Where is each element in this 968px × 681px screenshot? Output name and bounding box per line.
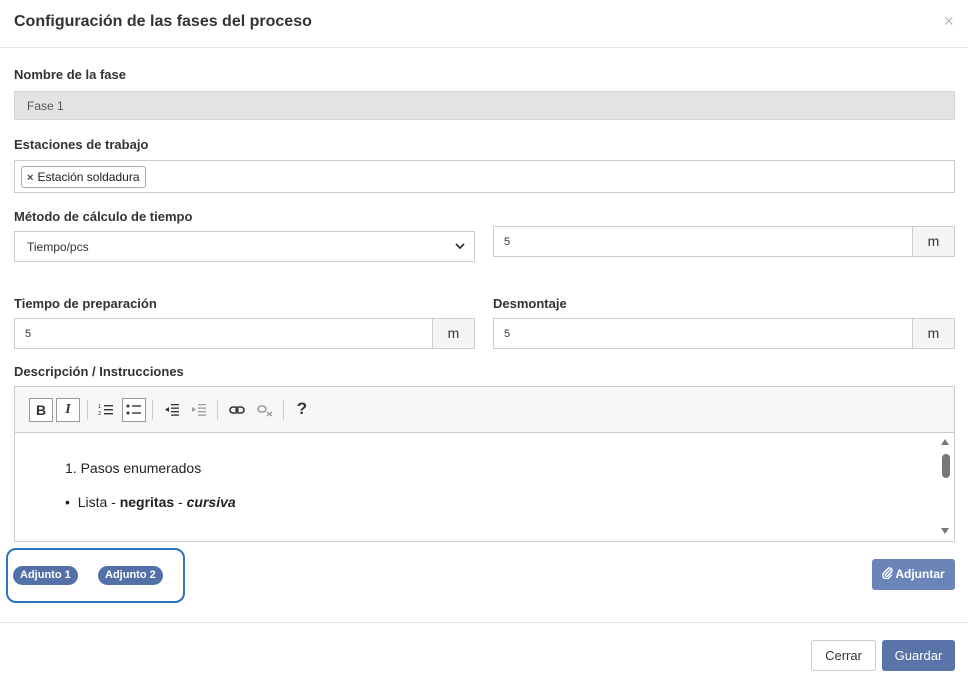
help-button[interactable]: ?	[290, 398, 314, 422]
modal-title: Configuración de las fases del proceso	[14, 13, 312, 30]
toolbar-divider	[217, 400, 218, 420]
bullet-marker: •	[65, 494, 70, 510]
svg-text:2: 2	[98, 411, 101, 417]
numbered-list-icon[interactable]: 12	[94, 398, 118, 422]
svg-text:1: 1	[98, 404, 101, 410]
scroll-up-icon[interactable]	[941, 439, 949, 445]
toolbar-divider	[87, 400, 88, 420]
chevron-down-icon	[455, 243, 465, 250]
phase-name-label: Nombre de la fase	[14, 67, 126, 82]
editor-scrollbar[interactable]	[937, 434, 954, 541]
bullet-text: Lista -	[77, 494, 120, 510]
teardown-unit: m	[912, 319, 954, 348]
close-icon[interactable]: ×	[943, 12, 954, 30]
teardown-label: Desmontaje	[493, 296, 567, 311]
increase-indent-icon[interactable]	[187, 398, 211, 422]
time-value-group: 5 m	[493, 226, 955, 257]
setup-time-input[interactable]: 5	[25, 328, 31, 340]
setup-time-unit: m	[432, 319, 474, 348]
bold-text: negritas	[119, 494, 175, 510]
description-label: Descripción / Instrucciones	[14, 364, 184, 379]
bold-button[interactable]: B	[29, 398, 53, 422]
bullet-list-item: • Lista - negritas - cursiva	[65, 494, 236, 510]
workstations-input[interactable]: × Estación soldadura	[14, 160, 955, 193]
time-method-selected: Tiempo/pcs	[27, 240, 89, 254]
time-method-select[interactable]: Tiempo/pcs	[14, 231, 475, 262]
bulleted-list-icon[interactable]	[122, 398, 146, 422]
attach-button-label: Adjuntar	[895, 567, 945, 581]
toolbar-divider	[283, 400, 284, 420]
italic-button[interactable]: I	[56, 398, 80, 422]
teardown-input[interactable]: 5	[504, 328, 510, 340]
italic-text: cursiva	[186, 494, 236, 510]
scroll-thumb[interactable]	[942, 454, 950, 478]
rich-text-editor: B I 12 ? 1. Pasos enumerados • Lista - n…	[14, 386, 955, 542]
editor-toolbar: B I 12 ?	[15, 387, 954, 433]
editor-content[interactable]: 1. Pasos enumerados • Lista - negritas -…	[15, 434, 954, 541]
modal-header: Configuración de las fases del proceso ×	[0, 0, 968, 48]
link-icon[interactable]	[225, 398, 249, 422]
attach-button[interactable]: Adjuntar	[872, 559, 955, 590]
toolbar-divider	[152, 400, 153, 420]
setup-time-group: 5 m	[14, 318, 475, 349]
time-method-label: Método de cálculo de tiempo	[14, 209, 193, 224]
footer-divider	[0, 622, 968, 623]
scroll-down-icon[interactable]	[941, 528, 949, 534]
close-button[interactable]: Cerrar	[811, 640, 876, 671]
attachment-chip[interactable]: Adjunto 1	[13, 566, 78, 585]
attachment-chip[interactable]: Adjunto 2	[98, 566, 163, 585]
time-value-input[interactable]: 5	[504, 236, 510, 248]
decrease-indent-icon[interactable]	[160, 398, 184, 422]
numbered-list-item: 1. Pasos enumerados	[65, 460, 202, 476]
setup-time-label: Tiempo de preparación	[14, 296, 157, 311]
phase-name-field: Fase 1	[14, 91, 955, 120]
unlink-icon[interactable]	[253, 398, 277, 422]
workstation-tag-label: Estación soldadura	[37, 170, 140, 184]
bullet-separator: -	[174, 494, 187, 510]
paperclip-icon	[882, 567, 893, 580]
teardown-group: 5 m	[493, 318, 955, 349]
workstations-label: Estaciones de trabajo	[14, 137, 149, 152]
remove-tag-icon[interactable]: ×	[27, 172, 33, 184]
workstation-tag: × Estación soldadura	[21, 166, 146, 188]
time-unit-addon: m	[912, 227, 954, 256]
save-button[interactable]: Guardar	[882, 640, 955, 671]
